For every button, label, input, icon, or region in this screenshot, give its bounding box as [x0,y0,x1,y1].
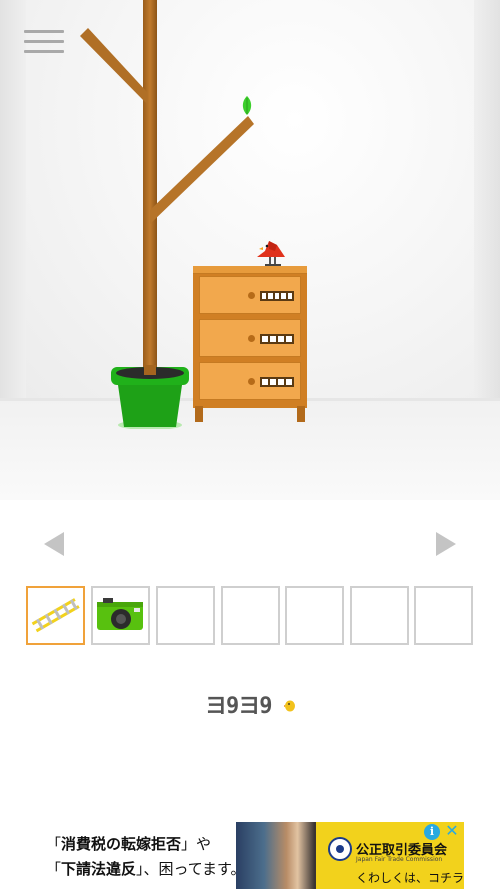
developer-logo: ヨ9ヨ9 [205,688,300,722]
inventory-slot-camera[interactable] [91,586,150,645]
drawer-middle[interactable] [199,319,301,357]
code-lock[interactable] [260,334,294,344]
ad-banner[interactable]: 「消費税の転嫁拒否」や 「下請法違反」、困ってます。 公正取引委員会 Japan… [36,822,464,889]
ad-text-panel: 「消費税の転嫁拒否」や 「下請法違反」、困ってます。 [36,822,246,889]
inventory-bar [26,586,476,646]
triangle-right-icon[interactable] [432,531,458,557]
chest-of-drawers [193,266,307,422]
leaf-icon[interactable] [240,96,254,116]
inventory-slot-ladder[interactable] [26,586,85,645]
game-screen: ヨ9ヨ9 「消費税の転嫁拒否」や 「下請法違反」、困ってます。 公正取引委員会 … [0,0,500,889]
ad-org-panel: 公正取引委員会 Japan Fair Trade Commission くわしく… [316,822,464,889]
ad-line-1: 「消費税の転嫁拒否」や [46,835,212,853]
drawer-knob [248,292,255,299]
inventory-slot-empty[interactable] [156,586,215,645]
camera-icon [97,598,143,630]
hamburger-menu-icon[interactable] [24,30,64,56]
chest-leg [195,406,203,422]
ad-line-2: 「下請法違反」、困ってます。 [46,860,246,878]
ad-close-icon[interactable]: ✕ [443,822,461,840]
drawer-knob [248,335,255,342]
triangle-left-icon[interactable] [42,531,68,557]
ad-org-subtitle: Japan Fair Trade Commission [356,856,443,863]
drawer-top[interactable] [199,276,301,314]
chest-leg [297,406,305,422]
tree-branch[interactable] [0,0,500,500]
chest-top [193,266,307,274]
red-bird[interactable] [255,237,289,269]
flowerpot[interactable] [110,365,190,429]
drawer-bottom[interactable] [199,362,301,400]
logo-text: ヨ9ヨ9 [205,694,272,719]
drawer-knob [248,378,255,385]
ladder-icon [31,598,80,633]
chick-icon [284,700,295,712]
room-scene [0,0,500,500]
inventory-slot-empty[interactable] [221,586,280,645]
inventory-slot-empty[interactable] [350,586,409,645]
inventory-slot-empty[interactable] [285,586,344,645]
jftc-seal-icon [328,837,352,861]
inventory-slot-empty[interactable] [414,586,473,645]
ad-cta-link[interactable]: くわしくは、コチラへ [356,869,464,886]
ad-info-icon[interactable]: i [424,824,440,840]
code-lock[interactable] [260,291,294,301]
code-lock[interactable] [260,377,294,387]
